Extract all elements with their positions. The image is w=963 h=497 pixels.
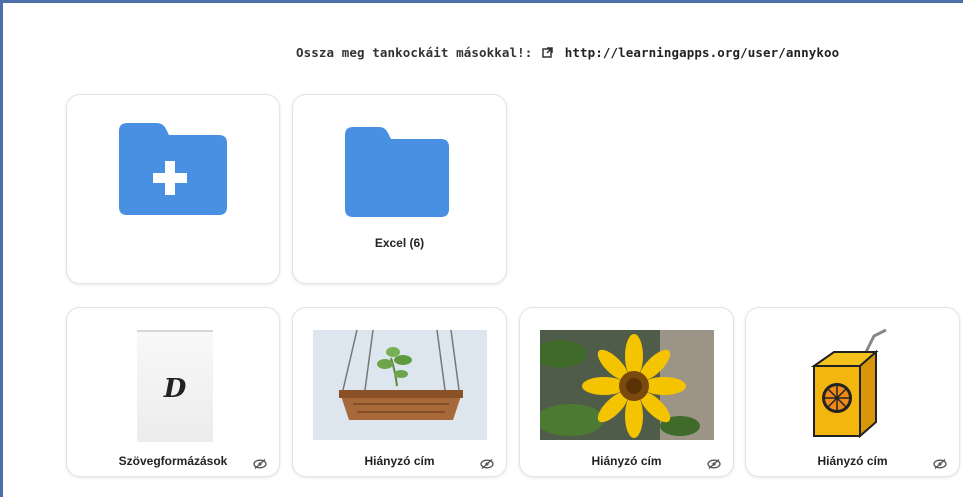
folder-add-icon	[119, 123, 227, 220]
external-link-icon	[542, 46, 553, 61]
folder-card-excel[interactable]: Excel (6)	[292, 94, 507, 284]
hidden-eye-icon	[480, 456, 494, 469]
hidden-eye-icon	[933, 456, 947, 469]
folder-label: Excel (6)	[374, 236, 425, 250]
share-label: Ossza meg tankockáit másokkal!:	[296, 45, 533, 60]
sunflower-image	[540, 330, 714, 440]
app-card[interactable]: Hiányzó cím	[745, 307, 960, 477]
app-title: Hiányzó cím	[364, 454, 435, 468]
juice-box-image	[804, 326, 904, 444]
app-thumbnail: D	[137, 330, 213, 442]
app-frame: Ossza meg tankockáit másokkal!: http://l…	[0, 0, 963, 497]
hidden-eye-icon	[253, 456, 267, 469]
share-bar: Ossza meg tankockáit másokkal!: http://l…	[296, 45, 839, 61]
app-title: Hiányzó cím	[591, 454, 662, 468]
app-card[interactable]: Hiányzó cím	[519, 307, 734, 477]
thumb-letter: D	[163, 374, 187, 404]
share-link[interactable]: http://learningapps.org/user/annykoo	[565, 45, 840, 60]
hanging-planter-image	[313, 330, 487, 440]
app-card[interactable]: Hiányzó cím	[292, 307, 507, 477]
hidden-eye-icon	[707, 456, 721, 469]
app-card[interactable]: D Szövegformázások	[66, 307, 280, 477]
app-title: Szövegformázások	[118, 454, 228, 468]
folder-icon	[345, 127, 449, 222]
new-folder-card[interactable]	[66, 94, 280, 284]
app-title: Hiányzó cím	[817, 454, 888, 468]
